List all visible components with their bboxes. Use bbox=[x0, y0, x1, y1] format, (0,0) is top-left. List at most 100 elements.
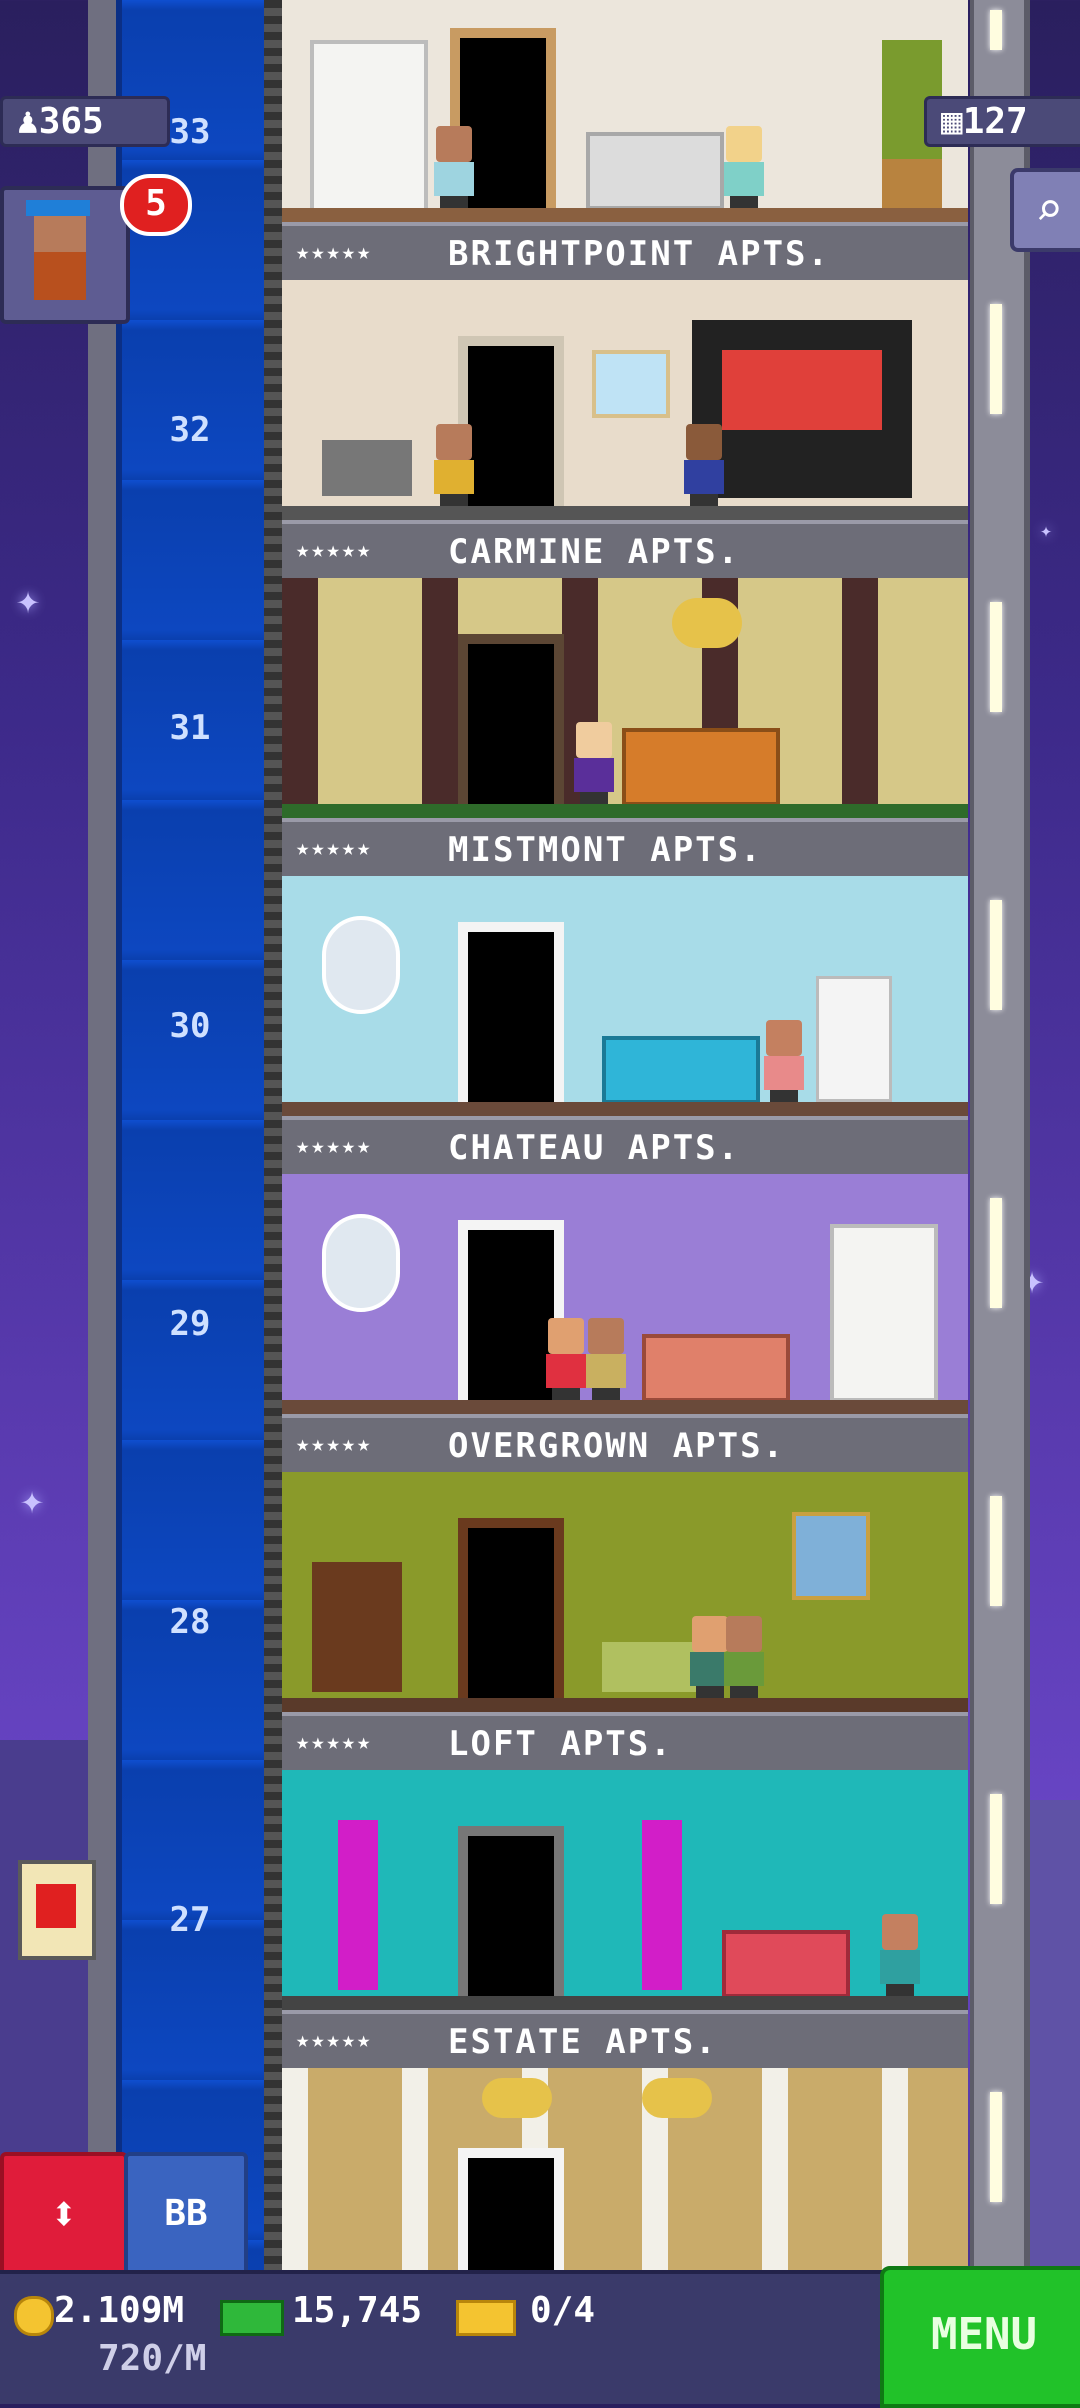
building-icon: ▦ bbox=[941, 101, 963, 142]
floor-name: CARMINE APTS. bbox=[448, 532, 741, 572]
tenant[interactable] bbox=[572, 722, 616, 804]
tv-screen bbox=[722, 350, 882, 430]
notification-badge: 5 bbox=[120, 174, 192, 236]
floor-room[interactable] bbox=[282, 876, 968, 1116]
elevator-button[interactable]: ⬍ bbox=[0, 2152, 128, 2278]
floor-label-band: ★★★★★ ESTATE APTS. bbox=[282, 2010, 968, 2076]
chandelier bbox=[482, 2078, 552, 2118]
room-door[interactable] bbox=[458, 2148, 564, 2270]
elevator-floor-number: 32 bbox=[169, 410, 211, 450]
sofa bbox=[722, 1930, 850, 1998]
visitor-button[interactable] bbox=[0, 186, 130, 324]
elevator-floor-number: 29 bbox=[169, 1304, 211, 1344]
wall-light bbox=[990, 900, 1002, 1010]
floor-label-band: ★★★★★ BRIGHTPOINT APTS. bbox=[282, 222, 968, 288]
floor-room[interactable] bbox=[282, 0, 968, 222]
floor-label-band: ★★★★★ LOFT APTS. bbox=[282, 1712, 968, 1778]
bb-button[interactable]: BB bbox=[124, 2152, 248, 2278]
fries-icon bbox=[36, 1884, 76, 1928]
floor-name: CHATEAU APTS. bbox=[448, 1128, 741, 1168]
tenant[interactable] bbox=[544, 1318, 588, 1400]
floor-label-band: ★★★★★ MISTMONT APTS. bbox=[282, 818, 968, 884]
floor-rating-stars: ★★★★★ bbox=[296, 2028, 373, 2053]
floor-room[interactable] bbox=[282, 1472, 968, 1712]
bux-value: 127 bbox=[962, 101, 1028, 142]
floor-name: BRIGHTPOINT APTS. bbox=[448, 234, 830, 274]
cash-icon bbox=[220, 2300, 284, 2336]
floor-label-band: ★★★★★ CHATEAU APTS. bbox=[282, 1116, 968, 1182]
sparkle-star: ✦ bbox=[16, 577, 41, 623]
elevator-floor-number: 27 bbox=[169, 1900, 211, 1940]
tenant[interactable] bbox=[584, 1318, 628, 1400]
sofa bbox=[602, 1036, 760, 1104]
wall-light bbox=[990, 1496, 1002, 1606]
person-icon: ♟ bbox=[17, 101, 39, 142]
tenant[interactable] bbox=[878, 1914, 922, 1996]
tenant[interactable] bbox=[682, 424, 726, 506]
cabinet bbox=[830, 1224, 938, 1402]
search-icon: ⌕ bbox=[1035, 182, 1063, 236]
wall-light bbox=[990, 10, 1002, 50]
tickets-value: 0/4 bbox=[530, 2290, 596, 2331]
bed bbox=[622, 728, 780, 806]
sparkle-star: ✦ bbox=[20, 1477, 45, 1523]
tenant[interactable] bbox=[432, 424, 476, 506]
sofa bbox=[642, 1334, 790, 1402]
wall-painting bbox=[792, 1512, 870, 1600]
wall-light bbox=[990, 1198, 1002, 1308]
visitor-avatar-body bbox=[34, 252, 86, 300]
floor-rating-stars: ★★★★★ bbox=[296, 1432, 373, 1457]
curtain bbox=[338, 1820, 378, 1990]
tenant[interactable] bbox=[722, 1616, 766, 1698]
room-door[interactable] bbox=[458, 922, 564, 1102]
floor-label-band: ★★★★★ CARMINE APTS. bbox=[282, 520, 968, 586]
floor-room[interactable] bbox=[282, 1174, 968, 1414]
bux-counter[interactable]: ▦127 bbox=[924, 96, 1080, 147]
floor-rating-stars: ★★★★★ bbox=[296, 538, 373, 563]
bux-cash-value: 15,745 bbox=[292, 2290, 423, 2331]
wall-light bbox=[990, 602, 1002, 712]
floor-rating-stars: ★★★★★ bbox=[296, 1134, 373, 1159]
coins-rate: 720/M bbox=[98, 2338, 207, 2379]
elevator-arrows-icon: ⬍ bbox=[49, 2186, 79, 2242]
mirror bbox=[322, 916, 400, 1014]
mirror bbox=[322, 1214, 400, 1312]
population-counter[interactable]: ♟365 bbox=[0, 96, 170, 147]
tenant[interactable] bbox=[432, 126, 476, 208]
sparkle-star: ✦ bbox=[1040, 518, 1053, 542]
coins-value: 2.109M bbox=[54, 2290, 185, 2331]
room-door[interactable] bbox=[458, 1826, 564, 1996]
elevator-floor-number: 31 bbox=[169, 708, 211, 748]
sofa bbox=[586, 132, 724, 210]
chandelier bbox=[642, 2078, 712, 2118]
room-door[interactable] bbox=[458, 634, 564, 804]
fridge bbox=[816, 976, 892, 1102]
bookshelf bbox=[312, 1562, 402, 1692]
population-value: 365 bbox=[38, 101, 104, 142]
wall-light bbox=[990, 2092, 1002, 2202]
tenant[interactable] bbox=[762, 1020, 806, 1102]
floor-name: MISTMONT APTS. bbox=[448, 830, 763, 870]
floor-label-band: ★★★★★ OVERGROWN APTS. bbox=[282, 1414, 968, 1480]
visitor-avatar-cap bbox=[26, 200, 90, 216]
floor-room[interactable] bbox=[282, 578, 968, 818]
floor-room[interactable] bbox=[282, 2068, 968, 2270]
food-shop-icon[interactable] bbox=[18, 1860, 96, 1960]
wall-painting bbox=[592, 350, 670, 418]
tenant[interactable] bbox=[722, 126, 766, 208]
floor-room[interactable] bbox=[282, 280, 968, 520]
floor-rating-stars: ★★★★★ bbox=[296, 836, 373, 861]
floor-rating-stars: ★★★★★ bbox=[296, 1730, 373, 1755]
floor-room[interactable] bbox=[282, 1770, 968, 2010]
menu-button[interactable]: MENU bbox=[880, 2266, 1080, 2408]
wall-light bbox=[990, 1794, 1002, 1904]
elevator-floor-number: 30 bbox=[169, 1006, 211, 1046]
coin-icon bbox=[14, 2296, 54, 2336]
search-button[interactable]: ⌕ bbox=[1010, 168, 1080, 252]
floor-rating-stars: ★★★★★ bbox=[296, 240, 373, 265]
wall-light bbox=[990, 304, 1002, 414]
chandelier bbox=[672, 598, 742, 648]
elevator-floor-number: 28 bbox=[169, 1602, 211, 1642]
floor-name: ESTATE APTS. bbox=[448, 2022, 718, 2062]
room-door[interactable] bbox=[458, 1518, 564, 1698]
